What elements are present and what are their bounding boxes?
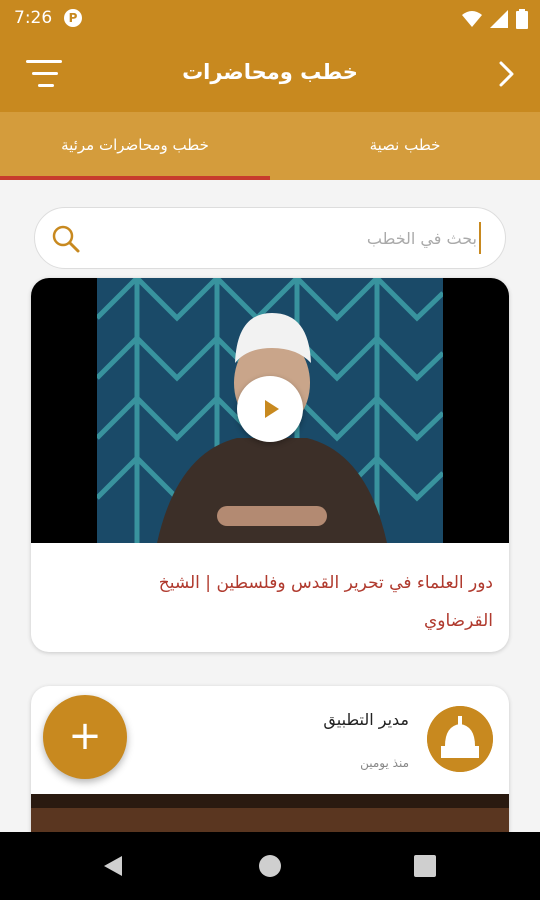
video-thumbnail[interactable] — [31, 278, 509, 543]
status-time: 7:26 — [14, 8, 53, 28]
status-bar: 7:26 P — [0, 0, 540, 36]
back-chevron-icon[interactable] — [496, 60, 518, 88]
search-input[interactable] — [141, 222, 481, 254]
tab-label: خطب نصية — [369, 136, 441, 154]
nav-recents-icon[interactable] — [414, 855, 436, 877]
battery-icon — [516, 9, 528, 29]
tab-bar: خطب ومحاضرات مرئية خطب نصية — [0, 112, 540, 180]
nav-back-icon[interactable] — [102, 854, 124, 878]
author-name: مدير التطبيق — [323, 710, 409, 729]
nav-home-icon[interactable] — [258, 854, 282, 878]
notification-icon: P — [64, 9, 82, 27]
tab-indicator — [0, 176, 270, 180]
search-icon[interactable] — [51, 224, 81, 254]
wifi-icon — [462, 11, 482, 27]
play-button[interactable] — [237, 376, 303, 442]
search-bar — [34, 207, 506, 269]
mosque-logo-icon — [427, 706, 493, 772]
video-card[interactable]: دور العلماء في تحرير القدس وفلسطين | الش… — [31, 278, 509, 652]
author-avatar[interactable] — [427, 706, 493, 772]
add-icon: + — [68, 713, 102, 759]
app-bar: خطب ومحاضرات — [0, 36, 540, 112]
tab-label: خطب ومحاضرات مرئية — [61, 136, 209, 154]
page-title: خطب ومحاضرات — [182, 60, 358, 84]
system-nav-bar — [0, 832, 540, 900]
play-icon — [265, 400, 279, 418]
add-button[interactable]: + — [43, 695, 127, 779]
signal-icon — [490, 10, 508, 28]
status-icons — [462, 9, 528, 29]
tab-video-sermons[interactable]: خطب ومحاضرات مرئية — [0, 112, 270, 180]
tab-text-sermons[interactable]: خطب نصية — [270, 112, 540, 180]
video-title[interactable]: دور العلماء في تحرير القدس وفلسطين | الش… — [93, 564, 493, 640]
post-time: منذ يومين — [360, 756, 409, 770]
